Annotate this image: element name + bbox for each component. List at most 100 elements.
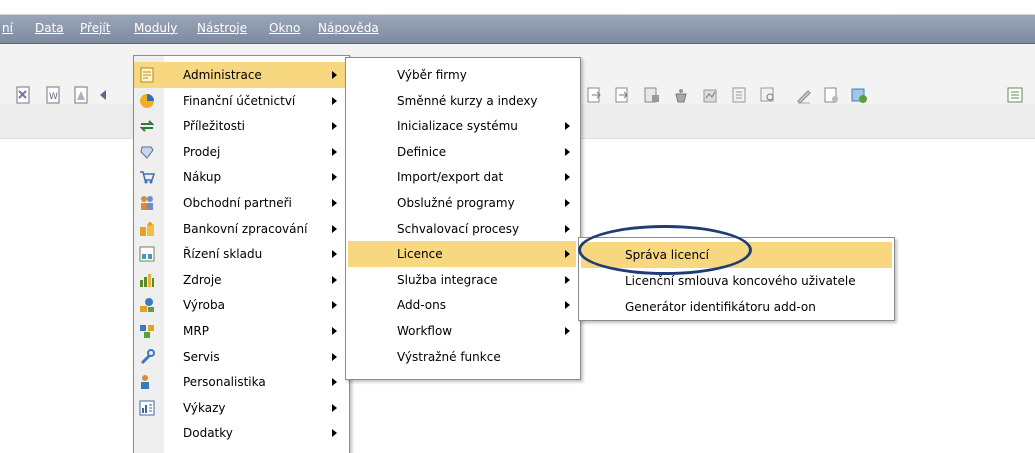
admin-menu-label: Add-ons — [397, 298, 446, 313]
admin-menu-item-7[interactable]: Licence — [348, 241, 576, 268]
admin-menu-item-2[interactable]: Inicializace systému — [348, 113, 576, 139]
submenu-arrow-icon — [332, 327, 337, 335]
submenu-arrow-icon — [332, 173, 337, 182]
submenu-arrow-icon — [565, 122, 570, 131]
pot-icon[interactable] — [672, 86, 690, 104]
submenu-arrow-icon — [332, 96, 337, 105]
modules-menu: Administrace Finanční účetnictví Příležito… — [133, 55, 350, 453]
admin-menu-label: Workflow — [397, 324, 453, 338]
submenu-arrow-icon — [565, 224, 570, 233]
licence-menu-item-0[interactable]: Správa licencí — [581, 242, 892, 268]
warehouse-icon — [139, 246, 155, 262]
admin-menu-item-6[interactable]: Schvalovací procesy — [348, 216, 576, 242]
admin-menu-label: Inicializace systému — [397, 119, 518, 134]
submenu-arrow-icon — [332, 403, 337, 412]
modules-menu-item-5[interactable]: Obchodní partneři — [134, 190, 347, 216]
modules-menu-label: Zdroje — [183, 272, 222, 287]
submenu-arrow-icon — [332, 224, 337, 233]
admin-menu-item-3[interactable]: Definice — [348, 139, 576, 165]
submenu-arrow-icon — [332, 122, 337, 131]
service-icon — [140, 348, 155, 364]
modules-menu-item-2[interactable]: Příležitosti — [134, 113, 347, 139]
admin-menu-item-4[interactable]: Import/export dat — [348, 164, 576, 190]
submenu-arrow-icon — [565, 327, 570, 335]
submenu-arrow-icon — [332, 301, 337, 310]
modules-menu-label: Výkazy — [183, 400, 226, 415]
modules-menu-label: Prodej — [183, 144, 221, 159]
modules-menu-item-7[interactable]: Řízení skladu — [134, 241, 347, 267]
admin-menu-item-10[interactable]: Workflow — [348, 318, 576, 344]
modules-menu-item-1[interactable]: Finanční účetnictví — [134, 88, 347, 114]
licence-menu-label: Licenční smlouva koncového uživatele — [625, 274, 856, 288]
sales-icon — [140, 146, 154, 159]
licence-menu-label: Správa licencí — [625, 248, 709, 262]
doc-settings-icon[interactable] — [822, 86, 840, 104]
admin-menu-item-11[interactable]: Výstražné funkce — [348, 344, 576, 370]
admin-menu-label: Schvalovací procesy — [397, 221, 520, 236]
modules-menu-label: MRP — [183, 324, 209, 338]
submenu-arrow-icon — [565, 275, 570, 284]
modules-menu-label: Personalistika — [183, 375, 266, 390]
edit-icon[interactable] — [795, 86, 813, 104]
modules-menu-item-8[interactable]: Zdroje — [134, 267, 347, 293]
modules-menu-item-0[interactable]: Administrace — [134, 62, 347, 88]
modules-menu-item-11[interactable]: Servis — [134, 344, 347, 370]
menu-modules[interactable]: Moduly — [134, 21, 177, 35]
word-export-icon[interactable]: W — [44, 86, 62, 104]
search-doc-icon[interactable] — [759, 86, 777, 104]
menu-view-partial[interactable]: ní — [2, 21, 13, 35]
admin-menu-item-1[interactable]: Směnné kurzy a indexy — [348, 88, 576, 114]
modules-menu-item-10[interactable]: MRP — [134, 318, 347, 344]
menu-window[interactable]: Okno — [269, 21, 300, 35]
admin-menu-item-5[interactable]: Obslužné programy — [348, 190, 576, 216]
db-settings-icon[interactable] — [850, 86, 868, 104]
modules-menu-label: Dodatky — [183, 426, 233, 441]
admin-menu-label: Směnné kurzy a indexy — [397, 93, 538, 108]
modules-menu-label: Administrace — [183, 68, 262, 82]
modules-menu-item-9[interactable]: Výroba — [134, 292, 347, 318]
checklist-icon[interactable] — [1006, 86, 1024, 104]
submenu-arrow-icon — [332, 71, 337, 79]
menu-data[interactable]: Data — [35, 21, 64, 35]
submenu-arrow-icon — [332, 147, 337, 156]
balance-icon[interactable] — [701, 86, 719, 104]
licence-menu-item-1[interactable]: Licenční smlouva koncového uživatele — [581, 268, 892, 294]
administration-submenu: Výběr firmy Směnné kurzy a indexy Iniciali… — [345, 57, 581, 380]
admin-menu-label: Výstražné funkce — [397, 349, 501, 364]
menu-tools[interactable]: Nástroje — [197, 21, 247, 35]
finance-icon — [140, 93, 154, 108]
admin-menu-item-0[interactable]: Výběr firmy — [348, 62, 576, 88]
modules-menu-item-13[interactable]: Výkazy — [134, 395, 347, 421]
modules-menu-item-14[interactable]: Dodatky — [134, 420, 347, 446]
modules-menu-label: Servis — [183, 349, 220, 364]
modules-menu-label: Výroba — [183, 298, 225, 313]
submenu-arrow-icon — [332, 199, 337, 207]
nav-back-icon[interactable] — [98, 86, 108, 104]
submenu-arrow-icon — [332, 378, 337, 387]
modules-menu-item-12[interactable]: Personalistika — [134, 369, 347, 395]
menu-help[interactable]: Nápověda — [318, 21, 379, 35]
doc-icon-1[interactable] — [586, 86, 604, 104]
licence-menu-item-2[interactable]: Generátor identifikátoru add-on — [581, 294, 892, 320]
export-icon[interactable] — [14, 86, 32, 104]
window-top-strip — [0, 0, 1035, 15]
admin-menu-label: Licence — [397, 247, 443, 262]
modules-menu-item-4[interactable]: Nákup — [134, 164, 347, 190]
form-icon[interactable] — [730, 86, 748, 104]
submenu-arrow-icon — [332, 352, 337, 361]
doc-icon-2[interactable] — [614, 86, 632, 104]
doc-icon-3[interactable] — [643, 86, 661, 104]
submenu-arrow-icon — [332, 275, 337, 284]
menu-goto[interactable]: Přejít — [80, 21, 110, 35]
admin-menu-item-9[interactable]: Add-ons — [348, 292, 576, 318]
modules-menu-label: Obchodní partneři — [183, 196, 292, 210]
admin-menu-label: Výběr firmy — [397, 68, 467, 82]
admin-menu-item-8[interactable]: Služba integrace — [348, 267, 576, 293]
admin-menu-label: Obslužné programy — [397, 196, 515, 210]
modules-menu-label: Řízení skladu — [183, 247, 263, 262]
submenu-arrow-icon — [332, 250, 337, 259]
modules-menu-item-6[interactable]: Bankovní zpracování — [134, 216, 347, 242]
pdf-export-icon[interactable] — [72, 86, 90, 104]
partners-icon — [141, 196, 153, 210]
modules-menu-item-3[interactable]: Prodej — [134, 139, 347, 165]
